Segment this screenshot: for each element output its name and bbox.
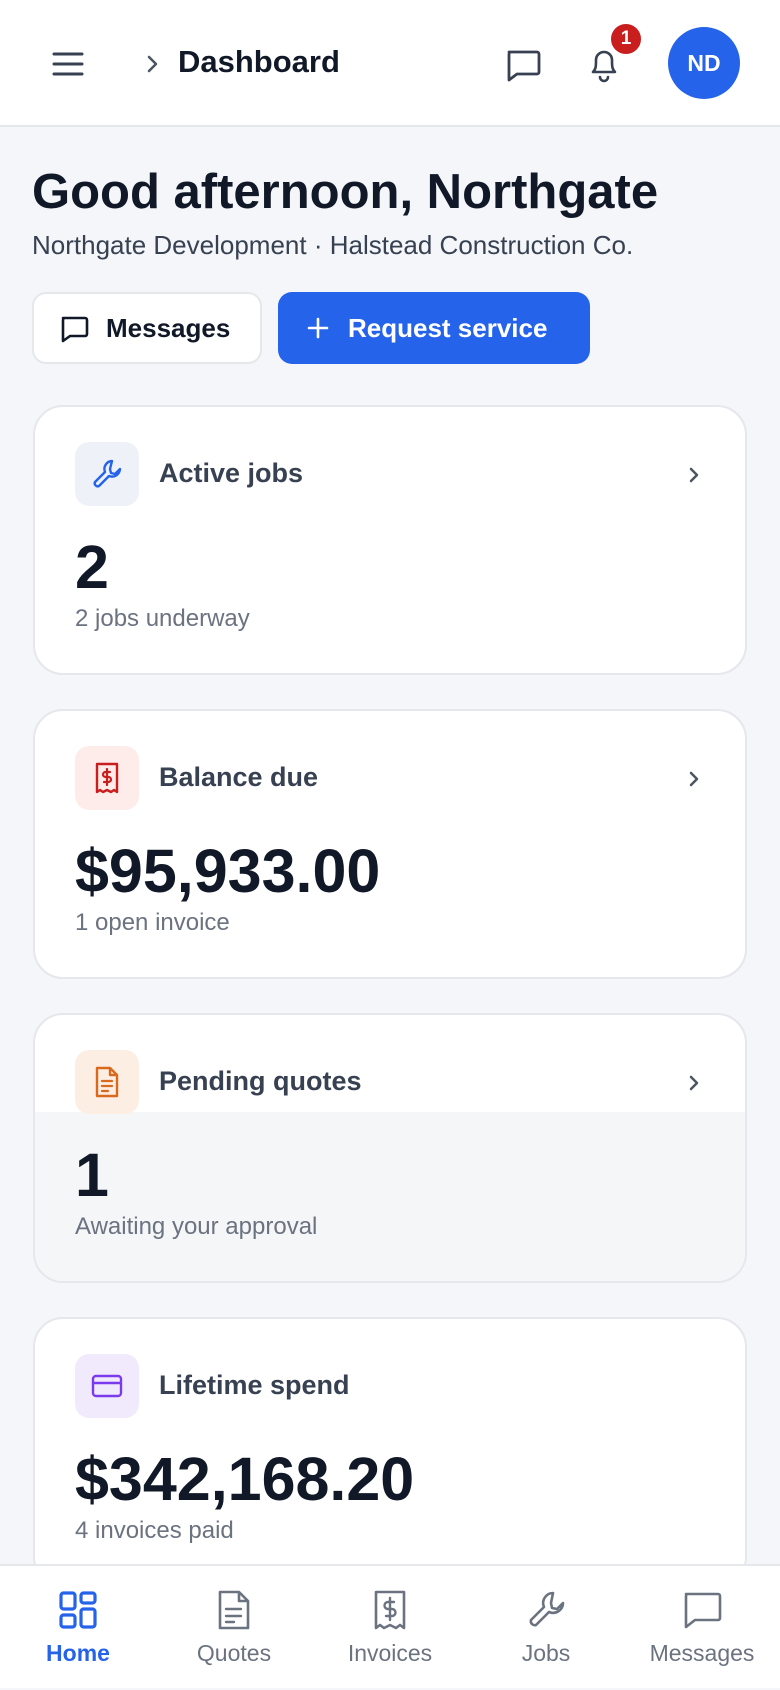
pending-quotes-card[interactable]: Pending quotes 1 Awaiting your approval: [33, 1013, 747, 1283]
card-label: Active jobs: [159, 458, 304, 488]
receipt-icon: [75, 746, 139, 810]
nav-label: Invoices: [347, 1640, 433, 1666]
nav-label: Jobs: [521, 1640, 571, 1666]
nav-item-jobs[interactable]: Jobs: [468, 1566, 624, 1690]
card-subtext: 1 open invoice: [75, 909, 230, 936]
messages-button[interactable]: Messages: [32, 292, 262, 364]
nav-label: Home: [46, 1640, 110, 1666]
nav-label: Quotes: [196, 1640, 272, 1666]
receipt-icon: [368, 1588, 412, 1632]
lifetime-spend-card[interactable]: Lifetime spend $342,168.20 4 invoices pa…: [33, 1317, 747, 1587]
nav-label: Messages: [649, 1640, 755, 1666]
grid-icon: [56, 1588, 100, 1632]
notification-badge: 1: [609, 22, 643, 56]
card-label: Lifetime spend: [159, 1370, 350, 1400]
credit-card-icon: [75, 1354, 139, 1418]
chat-icon[interactable]: [503, 44, 543, 84]
plus-icon: [306, 316, 330, 340]
wrench-icon: [524, 1588, 568, 1632]
nav-item-invoices[interactable]: Invoices: [312, 1566, 468, 1690]
document-icon: [75, 1050, 139, 1114]
card-subtext: Awaiting your approval: [75, 1213, 318, 1240]
messages-button-label: Messages: [106, 312, 231, 343]
nav-item-messages[interactable]: Messages: [624, 1566, 780, 1690]
active-jobs-card[interactable]: Active jobs 2 2 jobs underway: [33, 405, 747, 675]
card-label: Balance due: [159, 762, 319, 792]
page-title: Dashboard: [178, 44, 340, 79]
bottom-nav: Home Quotes Invoices Jobs Messages: [0, 1564, 780, 1688]
greeting-subtitle: Northgate Development · Halstead Constru…: [32, 230, 634, 260]
chevron-right-icon: [683, 459, 705, 491]
chevron-right-icon: [142, 50, 162, 78]
document-icon: [212, 1588, 256, 1632]
top-bar: Dashboard 1 ND: [0, 0, 780, 127]
chat-icon: [680, 1588, 724, 1632]
request-service-label: Request service: [348, 312, 548, 343]
request-service-button[interactable]: Request service: [278, 292, 590, 364]
card-value: $342,168.20: [75, 1445, 415, 1513]
chevron-right-icon: [683, 1067, 705, 1099]
nav-item-home[interactable]: Home: [0, 1566, 156, 1690]
avatar[interactable]: ND: [668, 27, 740, 99]
chevron-right-icon: [683, 763, 705, 795]
card-subtext: 4 invoices paid: [75, 1517, 234, 1544]
wrench-icon: [75, 442, 139, 506]
card-value: 1: [75, 1141, 109, 1209]
nav-item-quotes[interactable]: Quotes: [156, 1566, 312, 1690]
balance-due-card[interactable]: Balance due $95,933.00 1 open invoice: [33, 709, 747, 979]
card-label: Pending quotes: [159, 1066, 362, 1096]
chat-icon: [58, 312, 90, 344]
greeting-title: Good afternoon, Northgate: [32, 165, 659, 219]
card-value: $95,933.00: [75, 837, 381, 905]
card-value: 2: [75, 533, 109, 601]
menu-icon[interactable]: [48, 44, 88, 84]
card-subtext: 2 jobs underway: [75, 605, 250, 632]
